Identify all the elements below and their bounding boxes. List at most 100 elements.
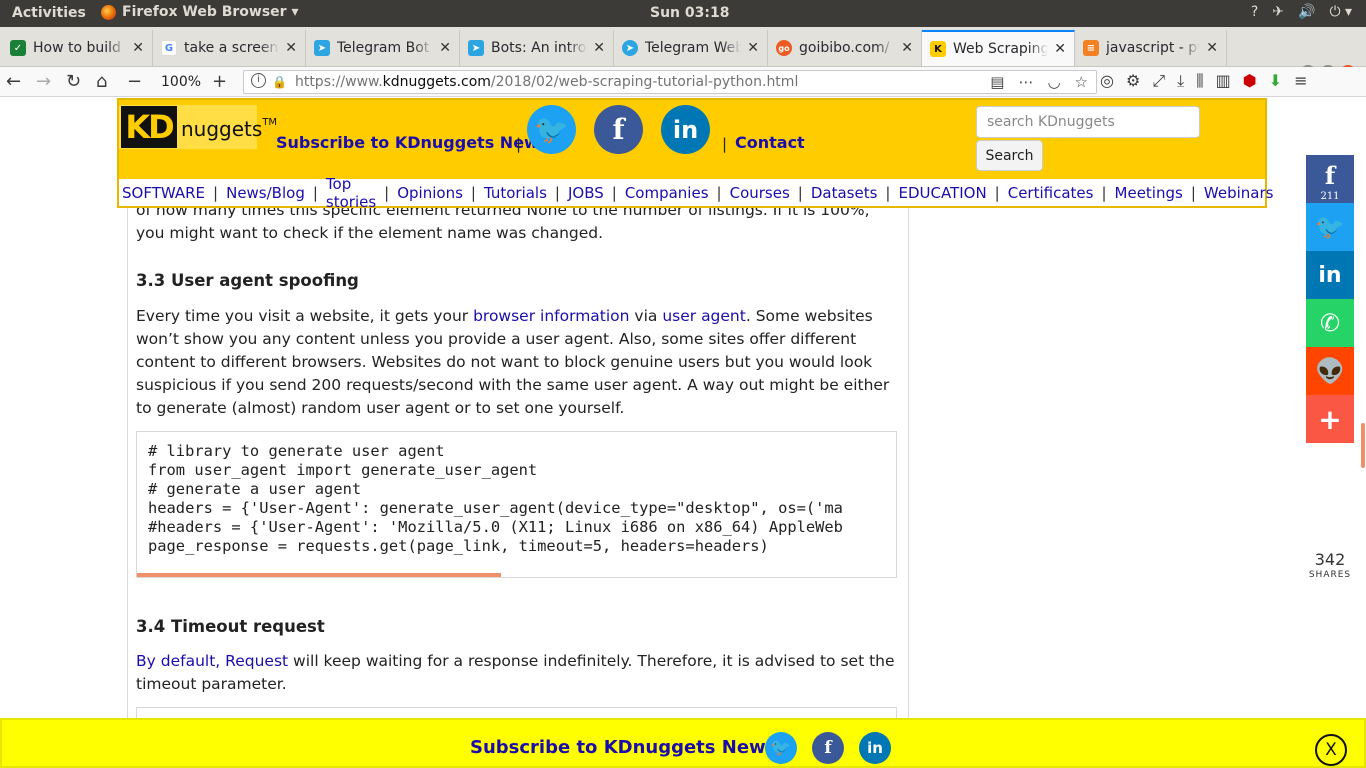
linkedin-icon[interactable]: in — [661, 105, 710, 154]
activities-button[interactable]: Activities — [12, 5, 86, 21]
tab-bots-intro[interactable]: ➤ Bots: An intro ✕ — [460, 30, 614, 66]
search-input[interactable]: search KDnuggets — [976, 106, 1200, 138]
subscribe-link[interactable]: Subscribe to KDnuggets News — [276, 133, 548, 152]
tab-telegram-bot[interactable]: ➤ Telegram Bot ✕ — [306, 30, 460, 66]
close-tab-icon[interactable]: ✕ — [747, 40, 759, 56]
close-tab-icon[interactable]: ✕ — [132, 40, 144, 56]
code-text: # library to generate user agent from us… — [148, 442, 843, 555]
close-footer-button[interactable]: X — [1315, 734, 1347, 766]
share-twitter-button[interactable]: 🐦 — [1306, 203, 1354, 251]
paragraph-timeout: By default, Request will keep waiting fo… — [136, 652, 895, 693]
tab-title: Web Scraping — [953, 41, 1049, 57]
share-label: SHARES — [1308, 570, 1352, 580]
tab-web-scraping[interactable]: K Web Scraping ✕ — [922, 30, 1075, 66]
footer-subscribe-link[interactable]: Subscribe to KDnuggets News — [470, 737, 776, 758]
footer-facebook-icon[interactable]: f — [812, 732, 844, 764]
close-tab-icon[interactable]: ✕ — [901, 40, 913, 56]
footer-twitter-icon[interactable]: 🐦 — [765, 732, 797, 764]
tab-how-to-build[interactable]: ✓ How to build a ✕ — [2, 30, 153, 66]
tab-javascript[interactable]: ≡ javascript - py ✕ — [1075, 30, 1227, 66]
help-icon[interactable]: ? — [1251, 4, 1258, 20]
close-tab-icon[interactable]: ✕ — [1206, 40, 1218, 56]
address-bar[interactable]: i 🔒 https://www.kdnuggets.com/2018/02/we… — [243, 70, 1097, 94]
pocket-icon[interactable]: ◡ — [1047, 73, 1060, 91]
link-request[interactable]: Request — [225, 652, 288, 670]
nav-webinars[interactable]: Webinars — [1204, 184, 1274, 202]
bookmark-star-icon[interactable]: ☆ — [1075, 73, 1088, 91]
library-icon[interactable]: ⫼ — [1196, 71, 1203, 91]
extension-globe-icon[interactable]: ◎ — [1100, 71, 1114, 91]
back-icon[interactable]: ← — [6, 71, 21, 92]
nav-software[interactable]: SOFTWARE — [122, 184, 205, 202]
kdnuggets-logo[interactable]: KD nuggetsTM — [119, 105, 277, 149]
facebook-icon: f — [1324, 160, 1336, 190]
close-tab-icon[interactable]: ✕ — [593, 40, 605, 56]
nav-meetings[interactable]: Meetings — [1115, 184, 1183, 202]
nav-opinions[interactable]: Opinions — [397, 184, 463, 202]
share-facebook-button[interactable]: f 211 — [1306, 155, 1354, 203]
nav-top-stories[interactable]: Top stories — [326, 175, 376, 211]
adblock-icon[interactable]: ⬢ — [1243, 71, 1257, 91]
tab-telegram-web[interactable]: ➤ Telegram Web ✕ — [614, 30, 768, 66]
page-scrollbar[interactable] — [1361, 98, 1366, 718]
facebook-icon[interactable]: f — [594, 105, 643, 154]
sidebar-icon[interactable]: ▥ — [1216, 71, 1231, 91]
clock[interactable]: Sun 03:18 — [650, 5, 729, 21]
share-whatsapp-button[interactable]: ✆ — [1306, 299, 1354, 347]
volume-icon[interactable]: 🔊 — [1298, 4, 1315, 20]
search-button[interactable]: Search — [976, 140, 1043, 171]
page-actions-icon[interactable]: ⋯ — [1018, 73, 1033, 91]
twitter-icon[interactable]: 🐦 — [527, 105, 576, 154]
link-browser-information[interactable]: browser information — [473, 307, 629, 325]
close-tab-icon[interactable]: ✕ — [285, 40, 297, 56]
reload-icon[interactable]: ↻ — [66, 71, 81, 92]
lock-icon[interactable]: 🔒 — [272, 75, 287, 89]
share-linkedin-button[interactable]: in — [1306, 251, 1354, 299]
site-nav: SOFTWARE | News/Blog | Top stories | Opinio… — [119, 175, 1273, 211]
share-reddit-button[interactable]: 👽 — [1306, 347, 1354, 395]
link-by-default[interactable]: By default — [136, 652, 215, 670]
tab-goibibo[interactable]: go goibibo.com/ ✕ — [768, 30, 922, 66]
code-block[interactable]: # library to generate user agent from us… — [136, 431, 897, 578]
nav-courses[interactable]: Courses — [730, 184, 790, 202]
app-menu[interactable]: Firefox Web Browser ▾ — [101, 4, 298, 20]
close-tab-icon[interactable]: ✕ — [439, 40, 451, 56]
contact-link[interactable]: Contact — [735, 133, 805, 152]
share-more-button[interactable]: + — [1306, 395, 1354, 443]
reader-view-icon[interactable]: ▤ — [990, 73, 1004, 91]
nav-certificates[interactable]: Certificates — [1008, 184, 1094, 202]
google-icon: G — [161, 40, 177, 56]
menu-icon[interactable]: ≡ — [1294, 71, 1307, 91]
zoom-out-icon[interactable]: − — [127, 71, 142, 92]
scrollbar-thumb[interactable] — [1361, 423, 1365, 468]
home-icon[interactable]: ⌂ — [96, 71, 107, 92]
nav-datasets[interactable]: Datasets — [811, 184, 878, 202]
site-info-icon[interactable]: i — [251, 73, 266, 88]
nav-news-blog[interactable]: News/Blog — [226, 184, 305, 202]
download-manager-icon[interactable]: ⬇ — [1269, 71, 1282, 91]
telegram-icon: ➤ — [314, 40, 330, 56]
nav-jobs[interactable]: JOBS — [568, 184, 604, 202]
downloads-icon[interactable]: ⤓ — [1177, 71, 1184, 91]
system-tray[interactable]: ? ✈ 🔊 ⏻ ▾ — [1251, 4, 1352, 20]
link-user-agent[interactable]: user agent — [662, 307, 746, 325]
settings-gear-icon[interactable]: ⚙ — [1126, 71, 1140, 91]
system-top-bar: Activities Firefox Web Browser ▾ Sun 03:… — [0, 0, 1366, 27]
zoom-in-icon[interactable]: + — [212, 71, 227, 92]
zoom-level[interactable]: 100% — [161, 74, 201, 90]
nav-tutorials[interactable]: Tutorials — [484, 184, 547, 202]
nav-education[interactable]: EDUCATION — [898, 184, 986, 202]
forward-icon[interactable]: → — [36, 71, 51, 92]
tab-take-screenshot[interactable]: G take a screenshot ✕ — [153, 30, 306, 66]
nav-companies[interactable]: Companies — [625, 184, 709, 202]
code-scrollbar[interactable] — [137, 573, 501, 577]
site-header: KD nuggetsTM Subscribe to KDnuggets News… — [117, 98, 1273, 211]
footer-linkedin-icon[interactable]: in — [859, 732, 891, 764]
logo-kd: KD — [121, 106, 177, 148]
airplane-mode-icon[interactable]: ✈ — [1272, 4, 1284, 20]
linkedin-icon: in — [1318, 262, 1342, 288]
close-tab-icon[interactable]: ✕ — [1054, 41, 1066, 57]
power-menu-icon[interactable]: ⏻ ▾ — [1329, 4, 1352, 20]
firefox-icon — [101, 4, 116, 20]
fullscreen-icon[interactable]: ⤢ — [1152, 71, 1165, 91]
